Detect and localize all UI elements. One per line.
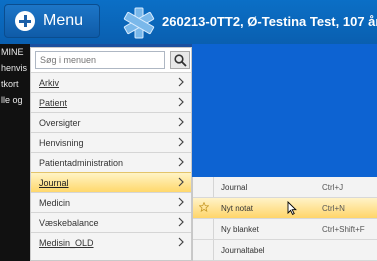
left-strip-item: MINE	[1, 47, 24, 57]
top-bar: Menu 260213-0TT2, Ø-Testina Test, 107 år	[0, 0, 377, 44]
chevron-right-icon	[178, 177, 184, 187]
journal-submenu: Journal Ctrl+J Nyt notat Ctrl+N Ny blank…	[192, 177, 377, 261]
submenu-item-journaltabel[interactable]: Journaltabel	[193, 240, 377, 261]
menu-item-arkiv[interactable]: Arkiv	[31, 72, 191, 92]
menu-button-label: Menu	[43, 12, 84, 29]
submenu-item-label: Journaltabel	[221, 245, 265, 255]
menu-item-label: Patientadministration	[39, 157, 124, 168]
submenu-item-label: Ny blanket	[221, 224, 259, 234]
submenu-item-label: Nyt notat	[221, 203, 254, 213]
left-strip-item: lle og	[1, 95, 23, 105]
menu-item-patient[interactable]: Patient	[31, 92, 191, 112]
patient-title: 260213-0TT2, Ø-Testina Test, 107 år	[162, 14, 377, 29]
search-button[interactable]	[170, 51, 190, 69]
left-strip-item: tkort	[1, 79, 19, 89]
menu-item-label: Medisin_OLD	[39, 237, 94, 248]
submenu-item-journal[interactable]: Journal Ctrl+J	[193, 177, 377, 198]
menu-item-label: Oversigter	[39, 117, 81, 128]
search-icon	[174, 54, 187, 67]
menu-item-label: Henvisning	[39, 137, 84, 148]
submenu-item-shortcut: Ctrl+Shift+F	[322, 224, 365, 234]
star-of-life-icon	[123, 7, 155, 39]
favorite-star-icon[interactable]	[199, 202, 209, 212]
chevron-right-icon	[178, 117, 184, 127]
menu-item-label: Medicin	[39, 197, 71, 208]
menu-item-vaeskebalance[interactable]: Væskebalance	[31, 212, 191, 232]
menu-item-medisin-old[interactable]: Medisin_OLD	[31, 232, 191, 252]
chevron-right-icon	[178, 77, 184, 87]
menu-item-label: Patient	[39, 97, 68, 108]
chevron-right-icon	[178, 197, 184, 207]
submenu-item-nyt-notat[interactable]: Nyt notat Ctrl+N	[193, 198, 377, 219]
left-strip-item: henvis	[1, 63, 28, 73]
menu-item-label: Journal	[39, 177, 69, 188]
menu-search-row	[31, 48, 191, 72]
menu-button[interactable]: Menu	[4, 4, 100, 38]
menu-item-journal[interactable]: Journal	[31, 172, 191, 192]
chevron-right-icon	[178, 137, 184, 147]
chevron-right-icon	[178, 217, 184, 227]
main-menu: Arkiv Patient Oversigter Henvisning Pati…	[30, 47, 192, 261]
chevron-right-icon	[178, 237, 184, 247]
menu-item-patientadministration[interactable]: Patientadministration	[31, 152, 191, 172]
menu-item-medicin[interactable]: Medicin	[31, 192, 191, 212]
submenu-item-ny-blanket[interactable]: Ny blanket Ctrl+Shift+F	[193, 219, 377, 240]
left-strip: MINE henvis tkort lle og	[0, 44, 30, 261]
menu-item-label: Arkiv	[39, 77, 59, 88]
menu-item-oversigter[interactable]: Oversigter	[31, 112, 191, 132]
submenu-item-label: Journal	[221, 182, 248, 192]
menu-item-henvisning[interactable]: Henvisning	[31, 132, 191, 152]
menu-item-label: Væskebalance	[39, 217, 99, 228]
menu-search-input[interactable]	[35, 51, 165, 69]
chevron-right-icon	[178, 157, 184, 167]
mouse-pointer-icon	[287, 201, 297, 215]
plus-icon	[15, 11, 35, 31]
submenu-item-shortcut: Ctrl+N	[322, 203, 345, 213]
chevron-right-icon	[178, 97, 184, 107]
submenu-item-shortcut: Ctrl+J	[322, 182, 344, 192]
